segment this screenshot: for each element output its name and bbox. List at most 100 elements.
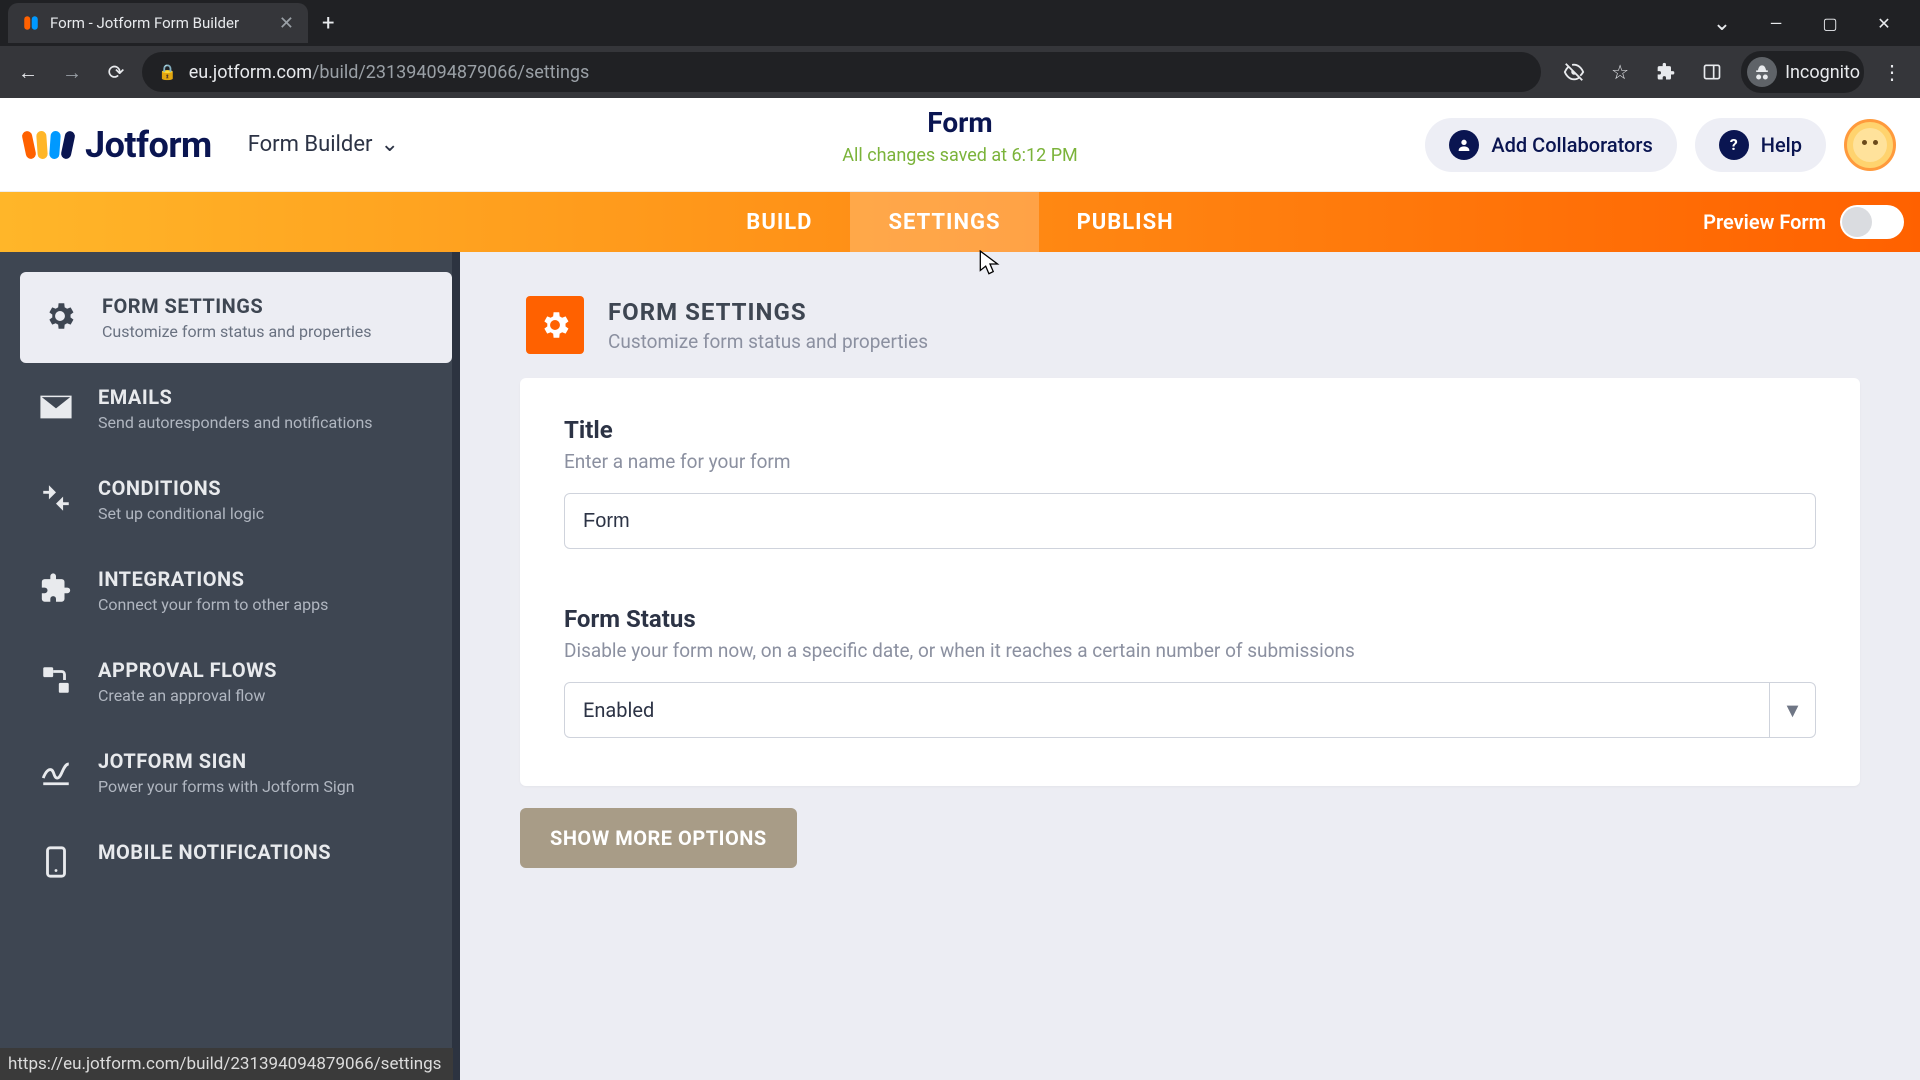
sidebar-item-mobile-notifications[interactable]: MOBILE NOTIFICATIONS: [0, 818, 452, 904]
form-title-block: Form All changes saved at 6:12 PM: [842, 106, 1078, 166]
app-page: Jotform Form Builder ⌄ Form All changes …: [0, 98, 1920, 1080]
minimize-icon[interactable]: ―: [1758, 5, 1794, 41]
status-field-block: Form Status Disable your form now, on a …: [564, 605, 1816, 738]
sidebar-item-sub: Power your forms with Jotform Sign: [98, 777, 355, 796]
sidebar-item-title: INTEGRATIONS: [98, 567, 328, 591]
sidebar-item-title: FORM SETTINGS: [102, 294, 372, 318]
maximize-icon[interactable]: ▢: [1812, 5, 1848, 41]
settings-sidebar: FORM SETTINGS Customize form status and …: [0, 252, 460, 1080]
sidebar-item-title: CONDITIONS: [98, 476, 264, 500]
save-status: All changes saved at 6:12 PM: [842, 145, 1078, 166]
signature-icon: [36, 751, 76, 791]
sidebar-item-integrations[interactable]: INTEGRATIONS Connect your form to other …: [0, 545, 452, 636]
sidebar-item-jotform-sign[interactable]: JOTFORM SIGN Power your forms with Jotfo…: [0, 727, 452, 818]
sidebar-item-conditions[interactable]: CONDITIONS Set up conditional logic: [0, 454, 452, 545]
nav-tabs: BUILD SETTINGS PUBLISH Preview Form: [0, 192, 1920, 252]
help-button[interactable]: ? Help: [1695, 118, 1826, 172]
panel-title: FORM SETTINGS: [608, 298, 928, 326]
tab-strip: Form - Jotform Form Builder ✕ + ⌄ ― ▢ ✕: [0, 0, 1920, 46]
mobile-icon: [36, 842, 76, 882]
tab-settings[interactable]: SETTINGS: [850, 192, 1038, 252]
lock-icon: 🔒: [158, 63, 177, 81]
question-icon: ?: [1719, 130, 1749, 160]
address-bar[interactable]: 🔒 eu.jotform.com/build/231394094879066/s…: [142, 52, 1541, 92]
bookmark-star-icon[interactable]: ☆: [1603, 55, 1637, 89]
app-topbar: Jotform Form Builder ⌄ Form All changes …: [0, 98, 1920, 192]
reload-button[interactable]: ⟳: [98, 54, 134, 90]
sidebar-item-approval-flows[interactable]: APPROVAL FLOWS Create an approval flow: [0, 636, 452, 727]
tab-build[interactable]: BUILD: [708, 192, 850, 252]
tab-dropdown-icon[interactable]: ⌄: [1704, 5, 1740, 41]
forward-button[interactable]: →: [54, 54, 90, 90]
form-builder-dropdown[interactable]: Form Builder ⌄: [248, 132, 399, 157]
incognito-badge[interactable]: Incognito: [1741, 51, 1864, 93]
puzzle-icon: [36, 569, 76, 609]
sidebar-item-title: EMAILS: [98, 385, 373, 409]
browser-chrome: Form - Jotform Form Builder ✕ + ⌄ ― ▢ ✕ …: [0, 0, 1920, 98]
chevron-down-icon: ⌄: [380, 132, 398, 157]
app-body: FORM SETTINGS Customize form status and …: [0, 252, 1920, 1080]
tab-title: Form - Jotform Form Builder: [50, 14, 239, 32]
add-collaborators-label: Add Collaborators: [1491, 133, 1652, 157]
help-label: Help: [1761, 133, 1802, 157]
sidebar-item-sub: Send autoresponders and notifications: [98, 413, 373, 432]
tab-close-icon[interactable]: ✕: [279, 13, 294, 34]
tab-favicon-icon: [22, 14, 40, 32]
user-avatar[interactable]: [1844, 119, 1896, 171]
toolbar-right: ☆ Incognito ⋮: [1549, 51, 1910, 93]
form-title[interactable]: Form: [842, 106, 1078, 139]
logo-icon: [24, 131, 73, 159]
panel-subtitle: Customize form status and properties: [608, 330, 928, 353]
preview-toggle[interactable]: [1840, 205, 1904, 239]
logo-text: Jotform: [85, 124, 212, 166]
title-field-block: Title Enter a name for your form: [564, 416, 1816, 549]
kebab-menu-icon[interactable]: ⋮: [1876, 55, 1910, 89]
browser-tab[interactable]: Form - Jotform Form Builder ✕: [8, 3, 308, 43]
side-panel-icon[interactable]: [1695, 55, 1729, 89]
browser-status-bar: https://eu.jotform.com/build/23139409487…: [0, 1048, 453, 1080]
window-controls: ⌄ ― ▢ ✕: [1704, 5, 1920, 41]
sidebar-item-title: JOTFORM SIGN: [98, 749, 355, 773]
title-label: Title: [564, 416, 1816, 444]
sidebar-item-sub: Customize form status and properties: [102, 322, 372, 341]
gear-icon: [526, 296, 584, 354]
status-value: Enabled: [583, 698, 654, 722]
sidebar-item-sub: Set up conditional logic: [98, 504, 264, 523]
form-builder-label: Form Builder: [248, 132, 373, 157]
caret-down-icon: ▼: [1769, 683, 1815, 737]
panel-header: FORM SETTINGS Customize form status and …: [526, 296, 1860, 354]
logo[interactable]: Jotform: [24, 124, 212, 166]
settings-card: Title Enter a name for your form Form St…: [520, 378, 1860, 786]
main-panel: FORM SETTINGS Customize form status and …: [460, 252, 1920, 1080]
new-tab-button[interactable]: +: [322, 11, 334, 36]
sidebar-item-emails[interactable]: EMAILS Send autoresponders and notificat…: [0, 363, 452, 454]
status-label: Form Status: [564, 605, 1816, 633]
address-bar-row: ← → ⟳ 🔒 eu.jotform.com/build/23139409487…: [0, 46, 1920, 98]
preview-form-label: Preview Form: [1703, 210, 1826, 234]
sidebar-item-title: MOBILE NOTIFICATIONS: [98, 840, 331, 864]
show-more-button[interactable]: SHOW MORE OPTIONS: [520, 808, 797, 868]
title-input[interactable]: [564, 493, 1816, 549]
sidebar-item-form-settings[interactable]: FORM SETTINGS Customize form status and …: [20, 272, 452, 363]
sidebar-item-title: APPROVAL FLOWS: [98, 658, 277, 682]
incognito-icon: [1747, 57, 1777, 87]
add-collaborators-button[interactable]: Add Collaborators: [1425, 118, 1676, 172]
back-button[interactable]: ←: [10, 54, 46, 90]
title-sublabel: Enter a name for your form: [564, 450, 1816, 473]
url-text: eu.jotform.com/build/231394094879066/set…: [189, 62, 590, 83]
extensions-icon[interactable]: [1649, 55, 1683, 89]
eye-off-icon[interactable]: [1557, 55, 1591, 89]
sidebar-item-sub: Connect your form to other apps: [98, 595, 328, 614]
gear-icon: [40, 296, 80, 336]
person-icon: [1449, 130, 1479, 160]
branch-icon: [36, 478, 76, 518]
status-sublabel: Disable your form now, on a specific dat…: [564, 639, 1816, 662]
topbar-right: Add Collaborators ? Help: [1425, 118, 1896, 172]
close-window-icon[interactable]: ✕: [1866, 5, 1902, 41]
sidebar-item-sub: Create an approval flow: [98, 686, 277, 705]
tab-publish[interactable]: PUBLISH: [1039, 192, 1212, 252]
preview-toggle-wrap: Preview Form: [1703, 192, 1904, 252]
incognito-label: Incognito: [1785, 62, 1860, 83]
flow-icon: [36, 660, 76, 700]
status-select[interactable]: Enabled ▼: [564, 682, 1816, 738]
